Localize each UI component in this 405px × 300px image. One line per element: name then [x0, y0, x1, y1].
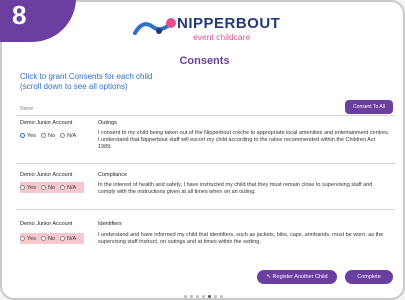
page-indicator — [184, 295, 226, 298]
row-divider — [16, 209, 395, 210]
brand-name: NIPPERBOUT — [177, 15, 281, 32]
consent-text: In the interest of health and safety, I … — [98, 182, 373, 195]
option-na[interactable]: N/A — [60, 236, 76, 242]
consent-to-all-button[interactable]: Consent To All — [345, 100, 393, 114]
option-na[interactable]: N/A — [60, 185, 76, 191]
radio-icon — [20, 185, 25, 190]
option-label: Yes — [27, 132, 36, 139]
page-dot[interactable] — [202, 295, 205, 298]
option-label: Yes — [27, 184, 36, 191]
option-label: No — [47, 132, 56, 139]
radio-icon — [60, 185, 66, 190]
page-dot[interactable] — [190, 295, 193, 298]
consent-text: I understand and have informed my child … — [98, 232, 384, 245]
step-number: 8 — [12, 0, 27, 30]
register-another-child-button[interactable]: ↖ Register Another Child — [257, 270, 337, 284]
row-divider — [16, 163, 395, 164]
header-divider — [16, 115, 395, 116]
intro-line: Click to grant Consents for each child — [20, 72, 153, 81]
brand-subtitle: event childcare — [193, 32, 251, 42]
intro-text: Click to grant Consents for each child (… — [20, 72, 153, 92]
consent-options-outings: Yes No N/A — [20, 130, 81, 141]
option-yes[interactable]: Yes — [20, 236, 36, 242]
option-na[interactable]: N/A — [60, 133, 76, 139]
option-yes[interactable]: Yes — [20, 133, 36, 139]
option-label: Yes — [27, 235, 36, 242]
tablet-screen: NIPPERBOUT event childcare Consents Clic… — [0, 0, 405, 300]
row-category: Identifiers — [98, 221, 122, 227]
complete-button[interactable]: Complete — [345, 270, 393, 284]
nipperbout-logo: NIPPERBOUT event childcare — [133, 11, 283, 42]
radio-icon — [20, 133, 25, 138]
row-category: Outings — [98, 120, 117, 126]
option-no[interactable]: No — [40, 184, 56, 191]
option-yes[interactable]: Yes — [20, 185, 36, 191]
page-dot[interactable] — [208, 295, 211, 298]
page-dot[interactable] — [214, 295, 217, 298]
option-label: N/A — [67, 184, 77, 191]
column-header-name: Name — [20, 106, 34, 112]
radio-icon — [40, 185, 46, 190]
row-child-name: Demo Junior Account — [20, 221, 73, 227]
option-label: N/A — [67, 132, 77, 139]
row-child-name: Demo Junior Account — [20, 120, 73, 126]
radio-icon — [60, 133, 66, 138]
consent-text: I consent to my child being taken out of… — [98, 130, 390, 150]
option-label: No — [47, 235, 56, 242]
intro-hint: (scroll down to see all options) — [20, 82, 128, 91]
logo-swoosh-icon — [133, 18, 176, 35]
radio-icon — [40, 133, 46, 138]
page-dot[interactable] — [184, 295, 187, 298]
page-dot[interactable] — [196, 295, 199, 298]
radio-icon — [40, 236, 46, 241]
option-label: N/A — [67, 235, 77, 242]
option-no[interactable]: No — [40, 235, 56, 242]
page-dot[interactable] — [220, 295, 223, 298]
consent-options-compliance: Yes No N/A — [20, 182, 84, 193]
row-category: Compliance — [98, 172, 128, 178]
consent-options-identifiers: Yes No N/A — [20, 233, 84, 244]
radio-icon — [60, 236, 66, 241]
radio-icon — [20, 236, 25, 241]
page-title: Consents — [179, 55, 230, 67]
row-child-name: Demo Junior Account — [20, 172, 73, 178]
option-label: No — [47, 184, 56, 191]
option-no[interactable]: No — [40, 132, 56, 139]
